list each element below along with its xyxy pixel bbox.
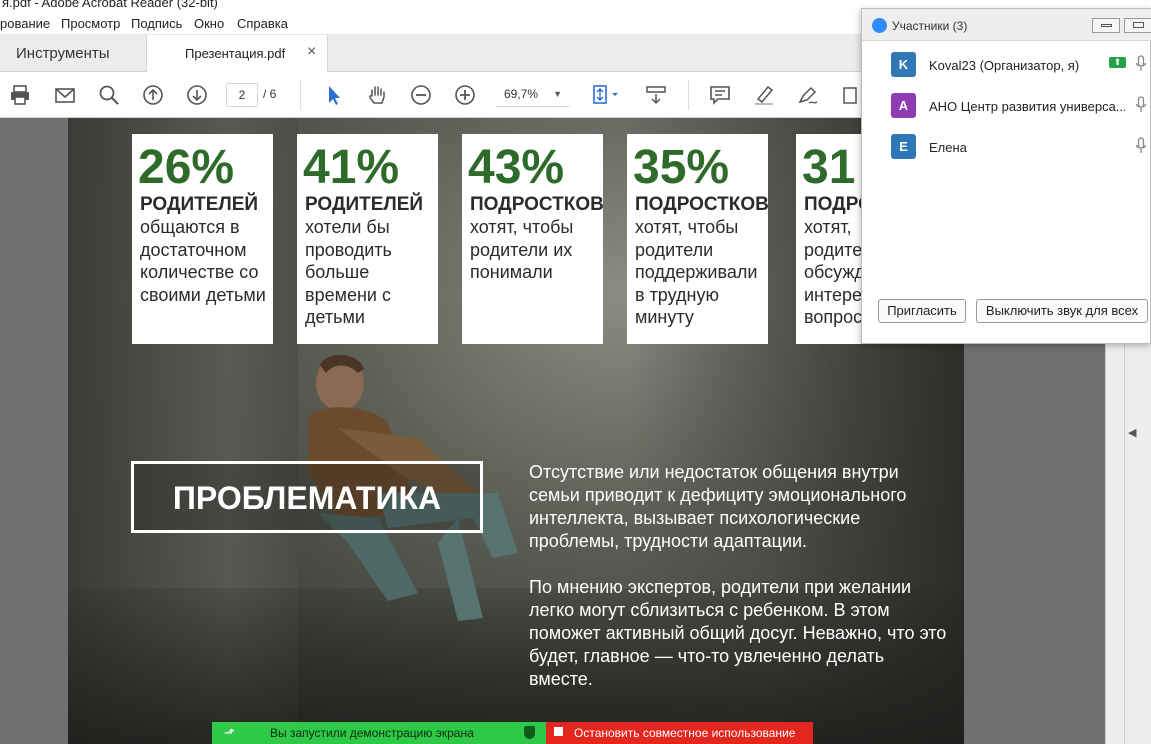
microphone-icon[interactable]: [1135, 55, 1147, 73]
stat-subject: РОДИТЕЛЕЙ: [305, 194, 424, 215]
screen-share-icon: ⬆: [1109, 57, 1126, 68]
participant-name: Елена: [929, 140, 967, 155]
zoom-in-icon[interactable]: [452, 82, 478, 108]
stat-percent: 35%: [633, 141, 730, 194]
popout-icon[interactable]: [1124, 18, 1151, 33]
tab-tools-label: Инструменты: [16, 45, 110, 62]
stat-description: хотели бы проводить больше времени с дет…: [305, 217, 392, 327]
stat-description: хотят, чтобы родители поддерживали в тру…: [635, 217, 758, 327]
page-number-input[interactable]: 2: [226, 83, 258, 107]
hand-tool-icon[interactable]: [364, 82, 390, 108]
stat-card: 43% ПОДРОСТКОВ хотят, чтобы родители их …: [462, 134, 604, 344]
zoom-select[interactable]: 69,7% ▼: [496, 83, 570, 107]
page-total: / 6: [263, 87, 277, 101]
stat-card: 41% РОДИТЕЛЕЙ хотели бы проводить больше…: [297, 134, 438, 344]
previous-page-icon[interactable]: [140, 82, 166, 108]
print-icon[interactable]: [7, 82, 33, 108]
screen-share-status: Вы запустили демонстрацию экрана: [270, 726, 474, 740]
stat-description: хотят, чтобы родители их понимали: [470, 217, 574, 282]
participant-name: АНО Центр развития универса...: [929, 99, 1125, 114]
toolbar-divider: [300, 80, 301, 110]
zoom-value: 69,7%: [504, 87, 539, 101]
invite-button[interactable]: Пригласить: [878, 299, 966, 323]
participant-row[interactable]: K Koval23 (Организатор, я) ⬆: [862, 47, 1151, 88]
participant-row[interactable]: А АНО Центр развития универса...: [862, 88, 1151, 129]
stat-subject: ПОДРОСТКОВ: [635, 194, 769, 215]
stat-percent: 41%: [303, 141, 400, 194]
share-arrow-icon: ⬏: [224, 725, 235, 740]
problem-heading-box: ПРОБЛЕМАТИКА: [131, 461, 483, 533]
stat-card: 35% ПОДРОСТКОВ хотят, чтобы родители под…: [627, 134, 769, 344]
slide-body-text: Отсутствие или недостаток общения внутри…: [529, 461, 949, 691]
zoom-logo-icon: [872, 18, 887, 33]
tab-document[interactable]: Презентация.pdf ×: [146, 35, 328, 72]
next-page-icon[interactable]: [184, 82, 210, 108]
stat-percent: 43%: [468, 141, 565, 194]
stat-card: 26% РОДИТЕЛЕЙ общаются в достаточном кол…: [132, 134, 273, 344]
menu-item-window[interactable]: Окно: [194, 16, 224, 31]
select-cursor-icon[interactable]: [321, 82, 347, 108]
menu-item-help[interactable]: Справка: [237, 16, 288, 31]
scroll-mode-icon[interactable]: [643, 82, 669, 108]
stat-subject: ПОДРОСТКОВ: [470, 194, 604, 215]
avatar: А: [891, 93, 916, 118]
zoom-out-icon[interactable]: [408, 82, 434, 108]
close-tab-icon[interactable]: ×: [307, 43, 316, 61]
expand-pane-icon[interactable]: ◀: [1128, 426, 1136, 439]
sign-pen-icon[interactable]: [795, 82, 821, 108]
search-icon[interactable]: [96, 82, 122, 108]
minimize-icon[interactable]: [1092, 18, 1120, 33]
menu-item-view[interactable]: Просмотр: [61, 16, 120, 31]
mute-all-button[interactable]: Выключить звук для всех: [976, 299, 1148, 323]
menu-item-edit[interactable]: рование: [0, 16, 50, 31]
participant-row[interactable]: Е Елена: [862, 129, 1151, 170]
tab-document-label: Презентация.pdf: [185, 46, 286, 61]
stat-percent: 26%: [138, 141, 235, 194]
stat-description: хотят, родите обсужд интере вопрос: [804, 217, 865, 327]
chevron-down-icon: ▼: [553, 89, 562, 99]
tab-tools[interactable]: Инструменты: [0, 35, 146, 72]
participants-header: Участники (3): [862, 9, 1151, 41]
slide-paragraph: Отсутствие или недостаток общения внутри…: [529, 462, 907, 551]
toolbar-divider: [688, 80, 689, 110]
problem-heading: ПРОБЛЕМАТИКА: [172, 480, 442, 516]
screen-share-status-bar: ⬏ Вы запустили демонстрацию экрана: [212, 722, 546, 744]
stop-share-label: Остановить совместное использование: [574, 726, 796, 740]
slide-page: 26% РОДИТЕЛЕЙ общаются в достаточном кол…: [68, 118, 964, 744]
shield-icon: [524, 726, 535, 739]
stop-icon: [554, 727, 563, 736]
fit-page-icon[interactable]: [588, 82, 622, 108]
avatar: Е: [891, 134, 916, 159]
participants-panel: Участники (3) K Koval23 (Организатор, я)…: [861, 8, 1151, 344]
email-icon[interactable]: [52, 82, 78, 108]
microphone-icon[interactable]: [1135, 137, 1147, 155]
participant-name: Koval23 (Организатор, я): [929, 58, 1080, 73]
stop-share-button[interactable]: Остановить совместное использование: [546, 722, 813, 744]
stat-description: общаются в достаточном количестве со сво…: [140, 217, 266, 305]
participants-title: Участники (3): [892, 19, 968, 33]
highlight-pen-icon[interactable]: [751, 82, 777, 108]
menu-item-sign[interactable]: Подпись: [131, 16, 182, 31]
comment-icon[interactable]: [707, 82, 733, 108]
microphone-icon[interactable]: [1135, 96, 1147, 114]
avatar: K: [891, 52, 916, 77]
slide-paragraph: По мнению экспертов, родители при желани…: [529, 577, 947, 689]
window-title: я.pdf - Adobe Acrobat Reader (32-bit): [2, 0, 218, 10]
stat-subject: РОДИТЕЛЕЙ: [140, 194, 259, 215]
